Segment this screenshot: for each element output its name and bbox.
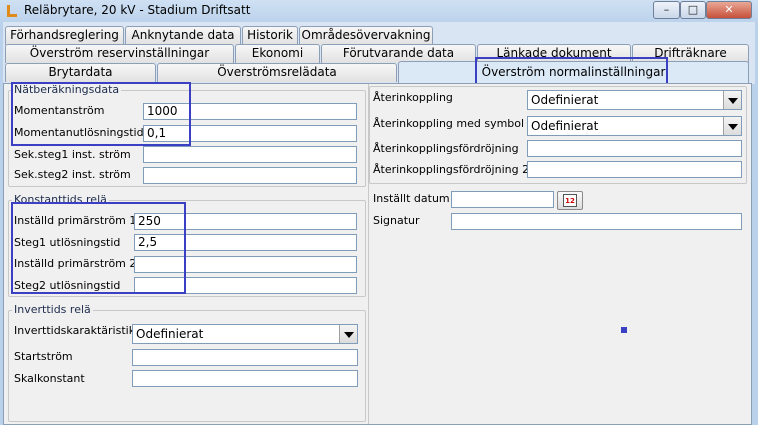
aterinkoppling-symbol-select[interactable]: Odefinierat (527, 116, 742, 136)
window-title: Relä­brytare, 20 kV - Stadium Driftsatt (24, 3, 251, 17)
tab-overstrom-reservinstallningar[interactable]: Överström reservinställningar (5, 44, 234, 63)
highlight-box-konstanttid (11, 202, 186, 294)
inverttidskarakteristik-label: Inverttidskaraktäristik (14, 324, 136, 337)
close-button[interactable]: ✕ (706, 1, 752, 19)
aterinkoppling-label: Återinkoppling (373, 91, 453, 104)
aterinkoppling-select[interactable]: Odefinierat (527, 90, 742, 110)
app-logo-icon (7, 5, 17, 17)
calendar-button[interactable]: 12 (557, 191, 583, 210)
installt-datum-field[interactable] (451, 191, 554, 208)
tab-historik[interactable]: Historik (242, 26, 298, 45)
aterinkopplingsfordrojning-field[interactable] (527, 140, 742, 157)
installt-datum-label: Inställt datum (373, 192, 450, 205)
inverttidskarakteristik-select[interactable]: Odefinierat (132, 324, 358, 344)
tab-omradesovervakning[interactable]: Områdesövervakning (299, 26, 433, 45)
sek-steg1-label: Sek.steg1 inst. ström (14, 148, 131, 161)
tab-brytardata[interactable]: Brytardata (5, 63, 156, 82)
highlight-box-active-tab (475, 57, 668, 86)
chevron-down-icon[interactable] (339, 325, 357, 343)
aterinkoppling-value: Odefinierat (531, 93, 599, 107)
aterinkopplingsfordrojning-label: Återinkopplingsfördröjning (373, 142, 519, 155)
skalkonstant-label: Skalkonstant (14, 372, 85, 385)
sek-steg2-field[interactable] (143, 167, 357, 184)
startstrom-label: Startström (14, 350, 73, 363)
chevron-down-icon[interactable] (723, 117, 741, 135)
aterinkopplingsfordrojning-2-label: Återinkopplingsfördröjning 2 (373, 163, 530, 176)
highlight-box-natberakning (11, 82, 191, 146)
signatur-label: Signatur (373, 214, 420, 227)
aterinkopplingsfordrojning-2-field[interactable] (527, 161, 742, 178)
skalkonstant-field[interactable] (132, 370, 358, 387)
aterinkoppling-symbol-value: Odefinierat (531, 119, 599, 133)
maximize-button[interactable]: □ (680, 1, 706, 19)
startstrom-field[interactable] (132, 349, 358, 366)
signatur-field[interactable] (451, 213, 742, 230)
sek-steg2-label: Sek.steg2 inst. ström (14, 168, 131, 181)
tab-overstromsreladata[interactable]: Överströmsrelädata (157, 63, 397, 82)
tab-anknytande-data[interactable]: Anknytande data (125, 26, 241, 45)
group-inverttids-rela-legend: Inverttids relä (12, 303, 93, 316)
tab-forhandsreglering[interactable]: Förhandsreglering (5, 26, 124, 45)
tab-ekonomi[interactable]: Ekonomi (235, 44, 320, 63)
chevron-down-icon[interactable] (723, 91, 741, 109)
sek-steg1-field[interactable] (143, 146, 357, 163)
calendar-icon: 12 (563, 194, 577, 207)
aterinkoppling-symbol-label: Återinkoppling med symbol (373, 117, 525, 130)
marker-dot (621, 327, 627, 333)
inverttidskarakteristik-value: Odefinierat (136, 327, 204, 341)
minimize-button[interactable]: – (653, 1, 680, 19)
